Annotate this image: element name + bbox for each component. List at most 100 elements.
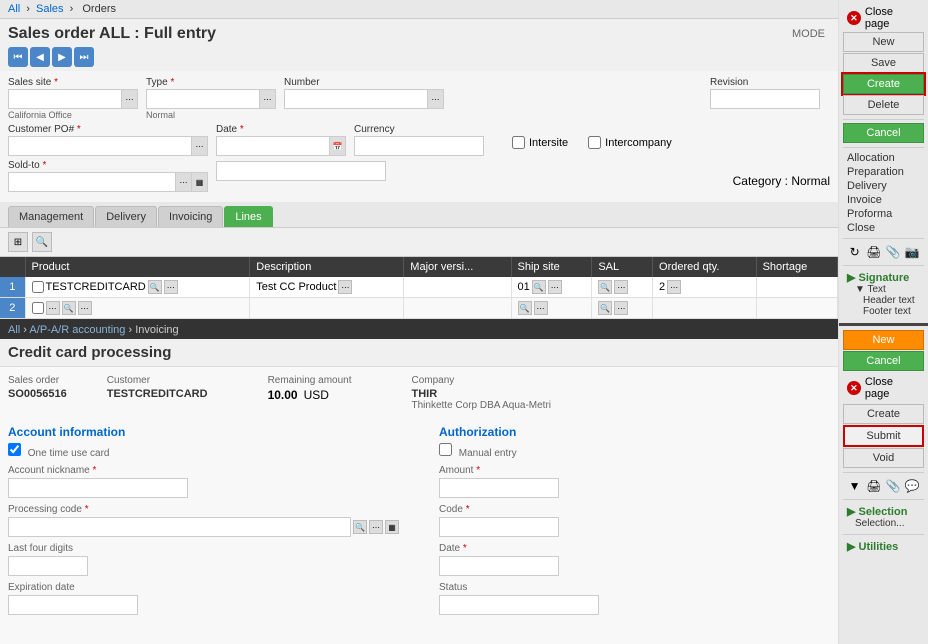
row-1-qty-btn[interactable]: ⋯ — [667, 280, 681, 294]
row-1-sal-detail[interactable]: ⋯ — [614, 280, 628, 294]
breadcrumb-all[interactable]: All — [8, 3, 20, 15]
sidebar-invoice[interactable]: Invoice — [843, 193, 924, 207]
nav-next[interactable]: ▶ — [52, 47, 72, 67]
refresh-icon[interactable]: ↻ — [847, 244, 862, 260]
sold-to-input[interactable]: TESTCREDITCARD — [8, 172, 176, 192]
row-2-product-btn[interactable]: ⋯ — [46, 301, 60, 315]
row-1-product-detail[interactable]: ⋯ — [164, 280, 178, 294]
tab-invoicing[interactable]: Invoicing — [158, 206, 223, 227]
row-1-ship-search[interactable]: 🔍 — [532, 280, 546, 294]
camera-icon[interactable]: 📷 — [905, 244, 920, 260]
auth-date-input[interactable] — [439, 556, 559, 576]
last-four-input[interactable] — [8, 556, 88, 576]
row-2-sal-detail[interactable]: ⋯ — [614, 301, 628, 315]
bottom-icon-row: ▼ 🖨 📎 💬 — [843, 476, 924, 496]
signature-text[interactable]: ▼ Text — [847, 284, 920, 295]
sidebar-preparation[interactable]: Preparation — [843, 165, 924, 179]
sidebar-allocation[interactable]: Allocation — [843, 151, 924, 165]
account-nickname-input[interactable] — [8, 478, 188, 498]
row-2-ship-detail[interactable]: ⋯ — [534, 301, 548, 315]
top-create-btn[interactable]: Create — [843, 74, 924, 94]
row-2-sal-search[interactable]: 🔍 — [598, 301, 612, 315]
selection-sub[interactable]: Selection... — [847, 518, 920, 529]
top-delete-btn[interactable]: Delete — [843, 95, 924, 115]
tab-management[interactable]: Management — [8, 206, 94, 227]
amount-input[interactable] — [439, 478, 559, 498]
row-2-product-detail[interactable]: ⋯ — [78, 301, 92, 315]
bottom-create-btn[interactable]: Create — [843, 404, 924, 424]
search-btn[interactable]: 🔍 — [32, 232, 52, 252]
sidebar-delivery[interactable]: Delivery — [843, 179, 924, 193]
bottom-cancel-btn[interactable]: Cancel — [843, 351, 924, 371]
signature-title[interactable]: ▶ Signature — [847, 271, 920, 284]
bottom-submit-btn[interactable]: Submit — [843, 425, 924, 447]
print-icon[interactable]: 🖨 — [866, 244, 881, 260]
row-1-desc-btn[interactable]: ⋯ — [338, 280, 352, 294]
row-1-product-search[interactable]: 🔍 — [148, 280, 162, 294]
chat-icon[interactable]: 💬 — [905, 478, 920, 494]
bottom-void-btn[interactable]: Void — [843, 448, 924, 468]
type-btn[interactable]: ⋯ — [260, 89, 276, 109]
date-input[interactable]: 07/15/19 — [216, 136, 330, 156]
dropdown-icon[interactable]: ▼ — [847, 478, 862, 494]
expiration-input[interactable] — [8, 595, 138, 615]
row-1-sal-search[interactable]: 🔍 — [598, 280, 612, 294]
number-input[interactable] — [284, 89, 428, 109]
row-2-check[interactable] — [32, 302, 44, 314]
type-input[interactable]: SON — [146, 89, 260, 109]
tab-lines[interactable]: Lines — [224, 206, 272, 227]
breadcrumb-sales[interactable]: Sales — [36, 3, 64, 15]
customer-po-input[interactable]: Credit Card Test — [8, 136, 192, 156]
signature-footer[interactable]: Footer text — [847, 306, 920, 317]
nav-prev[interactable]: ◀ — [30, 47, 50, 67]
row-2-product-search[interactable]: 🔍 — [62, 301, 76, 315]
nav-last[interactable]: ⏭ — [74, 47, 94, 67]
number-btn[interactable]: ⋯ — [428, 89, 444, 109]
row-1-check[interactable] — [32, 281, 44, 293]
processing-code-search[interactable]: 🔍 — [353, 520, 367, 534]
processing-code-btn2[interactable]: ▦ — [385, 520, 399, 534]
intercompany-checkbox[interactable] — [588, 136, 601, 149]
breadcrumb-bottom-accounting[interactable]: A/P-A/R accounting — [29, 324, 125, 336]
nav-first[interactable]: ⏮ — [8, 47, 28, 67]
signature-header[interactable]: Header text — [847, 295, 920, 306]
date-calendar-btn[interactable]: 📅 — [330, 136, 346, 156]
top-cancel-btn[interactable]: Cancel — [843, 123, 924, 143]
sales-site-input[interactable]: 01 — [8, 89, 122, 109]
breadcrumb-bottom-all[interactable]: All — [8, 324, 20, 336]
sidebar-proforma[interactable]: Proforma — [843, 207, 924, 221]
intersite-checkbox[interactable] — [512, 136, 525, 149]
sales-site-btn[interactable]: ⋯ — [122, 89, 138, 109]
top-close-page-btn[interactable]: ✕ Close page — [843, 4, 924, 32]
selection-title[interactable]: ▶ Selection — [847, 505, 920, 518]
row-2-product[interactable]: ⋯ 🔍 ⋯ — [25, 298, 250, 319]
bottom-print-icon[interactable]: 🖨 — [866, 478, 881, 494]
row-2-ship-search[interactable]: 🔍 — [518, 301, 532, 315]
manual-entry-checkbox[interactable] — [439, 443, 452, 456]
top-save-btn[interactable]: Save — [843, 53, 924, 73]
bottom-attach-icon[interactable]: 📎 — [886, 478, 901, 494]
sold-to-name-input[interactable] — [216, 161, 386, 181]
sold-to-btn1[interactable]: ⋯ — [176, 172, 192, 192]
add-row-btn[interactable]: ⊞ — [8, 232, 28, 252]
sidebar-close[interactable]: Close — [843, 221, 924, 235]
one-time-use-checkbox[interactable] — [8, 443, 21, 456]
code-input[interactable] — [439, 517, 559, 537]
row-1-product[interactable]: TESTCREDITCARD 🔍 ⋯ — [25, 277, 250, 298]
bottom-close-page-btn[interactable]: ✕ Close page — [843, 374, 924, 402]
tab-delivery[interactable]: Delivery — [95, 206, 157, 227]
processing-code-input[interactable]: CCTEST — [8, 517, 351, 537]
row-1-ordered-qty: 2 ⋯ — [653, 277, 757, 298]
customer-po-btn[interactable]: ⋯ — [192, 136, 208, 156]
status-input[interactable] — [439, 595, 599, 615]
currency-input[interactable]: USD — [354, 136, 484, 156]
top-new-btn[interactable]: New — [843, 32, 924, 52]
breadcrumb-bottom: All › A/P-A/R accounting › Invoicing — [0, 321, 838, 339]
bottom-new-btn[interactable]: New — [843, 330, 924, 350]
row-1-ship-detail[interactable]: ⋯ — [548, 280, 562, 294]
attach-icon[interactable]: 📎 — [886, 244, 901, 260]
utilities-title[interactable]: ▶ Utilities — [847, 540, 920, 553]
processing-code-btn1[interactable]: ⋯ — [369, 520, 383, 534]
sold-to-btn2[interactable]: ▦ — [192, 172, 208, 192]
revision-input[interactable]: 0 — [710, 89, 820, 109]
